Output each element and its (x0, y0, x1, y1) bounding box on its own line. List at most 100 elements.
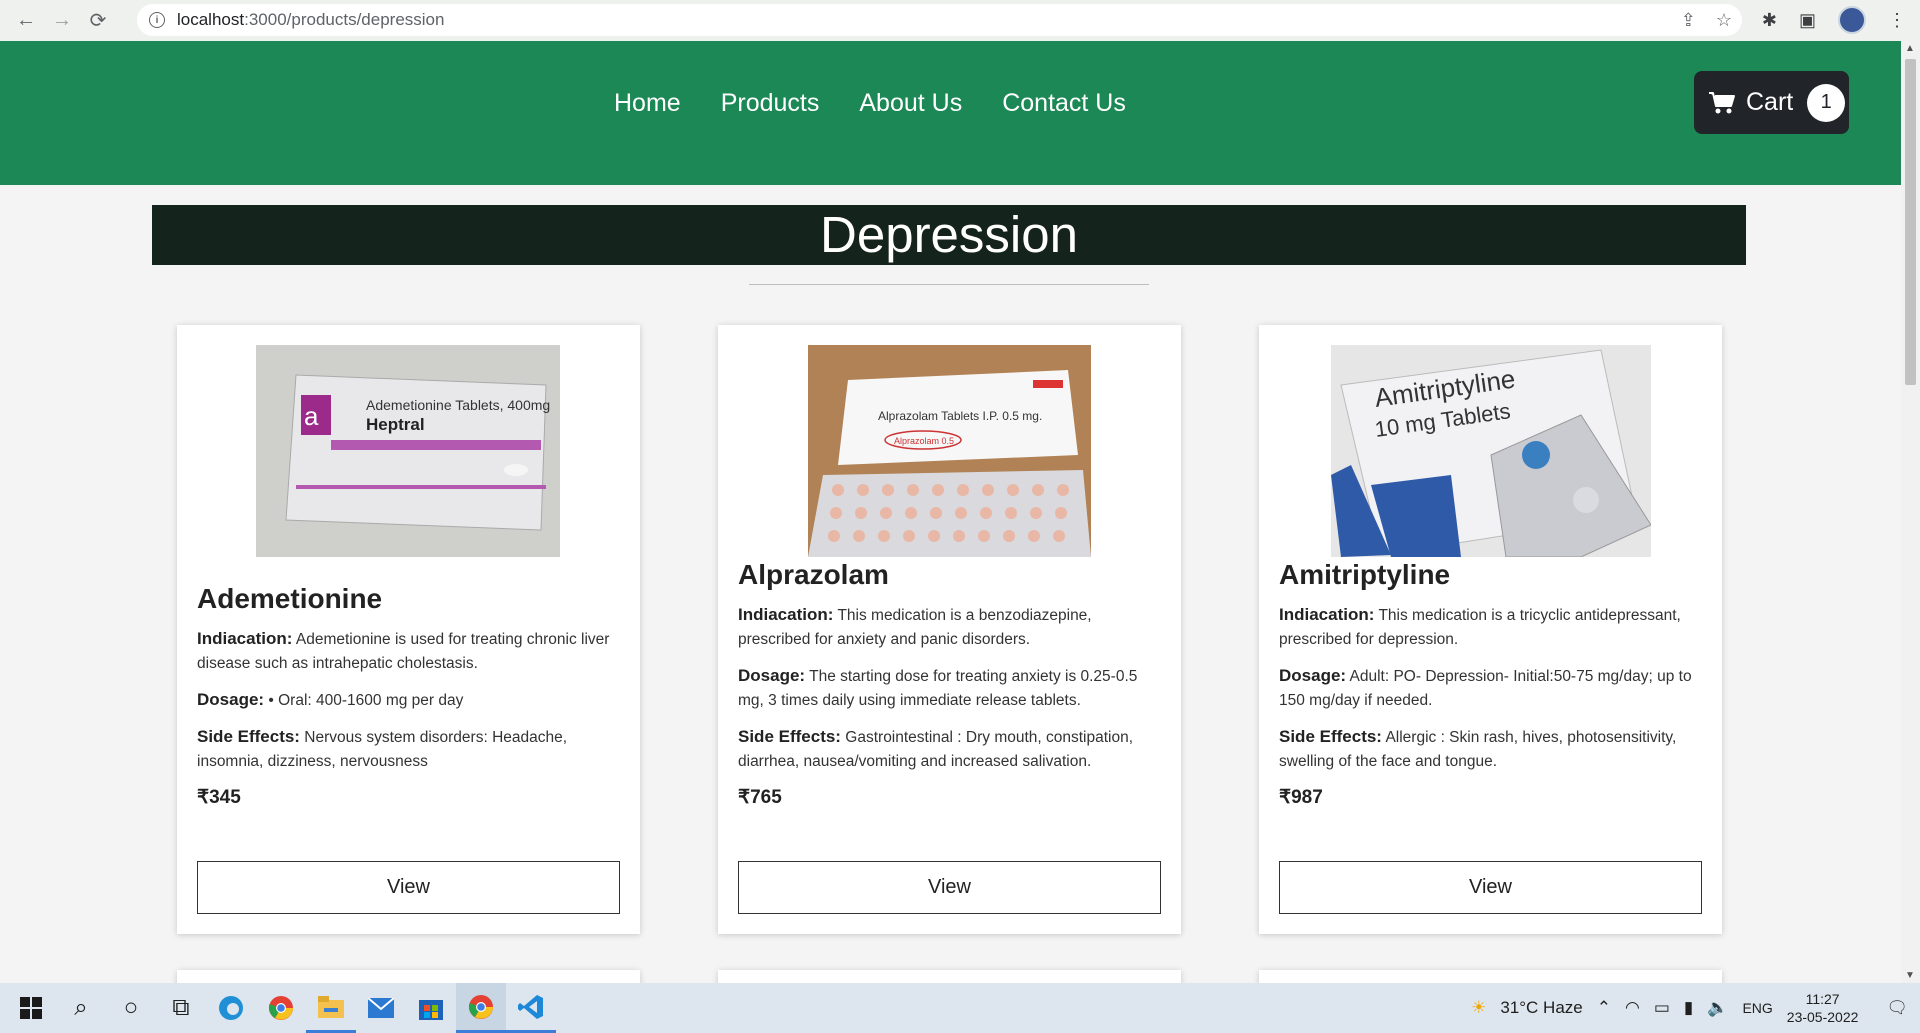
meet-now-icon[interactable]: ▭ (1654, 998, 1670, 1018)
clock-time: 11:27 (1805, 991, 1840, 1007)
main-nav: Home Products About Us Contact Us (614, 89, 1126, 118)
scrollbar-thumb[interactable] (1905, 59, 1916, 385)
weather-text[interactable]: 31°C Haze (1500, 998, 1582, 1018)
menu-kebab-icon[interactable]: ⋮ (1888, 10, 1906, 31)
alprazolam-strip-image: Alprazolam Tablets I.P. 0.5 mg. Alprazol… (808, 345, 1091, 557)
clock-date: 23-05-2022 (1786, 1009, 1859, 1025)
indication-label: Indiacation: (738, 605, 834, 624)
edge-browser-icon[interactable] (206, 983, 256, 1033)
network-icon[interactable]: ◠ (1625, 998, 1640, 1018)
windows-taskbar: ⌕ ○ ⧉ ☀ 31°C Haze ⌃ ◠ ▭ ▮ 🔈 ENG 11:27 23… (0, 983, 1920, 1033)
image-caption: Alprazolam Tablets I.P. 0.5 mg. (878, 409, 1042, 423)
language-indicator[interactable]: ENG (1742, 1000, 1772, 1016)
card-body: Alprazolam Indiacation: This medication … (738, 559, 1161, 809)
side-effects-label: Side Effects: (1279, 727, 1382, 746)
nav-contact-link[interactable]: Contact Us (1002, 89, 1126, 118)
product-price: ₹345 (197, 787, 241, 808)
view-button[interactable]: View (1279, 861, 1702, 914)
url-host: localhost (177, 10, 245, 29)
page-viewport: Home Products About Us Contact Us Cart 1… (0, 41, 1901, 983)
share-icon[interactable]: ⇪ (1681, 10, 1696, 31)
scroll-up-arrow-icon[interactable]: ▲ (1905, 43, 1915, 54)
image-caption: Heptral (366, 415, 425, 434)
dosage-label: Dosage: (738, 666, 806, 685)
url-text[interactable]: localhost:3000/products/depression (177, 10, 444, 30)
card-body: Amitriptyline Indiacation: This medicati… (1279, 559, 1702, 809)
cart-button[interactable]: Cart 1 (1694, 71, 1849, 134)
cortana-icon[interactable]: ○ (106, 983, 156, 1033)
file-explorer-icon[interactable] (306, 983, 356, 1033)
product-price: ₹765 (738, 787, 782, 808)
chrome-active-icon[interactable] (456, 983, 506, 1033)
store-icon[interactable] (406, 983, 456, 1033)
product-card-partial[interactable] (718, 970, 1181, 983)
product-card: Alprazolam Tablets I.P. 0.5 mg. Alprazol… (718, 325, 1181, 934)
product-dosage: Dosage: The starting dose for treating a… (738, 664, 1161, 713)
vscode-icon[interactable] (506, 983, 556, 1033)
side-effects-label: Side Effects: (738, 727, 841, 746)
volume-icon[interactable]: 🔈 (1707, 998, 1728, 1018)
product-dosage: Dosage: Adult: PO- Depression- Initial:5… (1279, 664, 1702, 713)
system-tray: ☀ 31°C Haze ⌃ ◠ ▭ ▮ 🔈 ENG 11:27 23-05-20… (1471, 983, 1908, 1033)
view-button[interactable]: View (738, 861, 1161, 914)
bookmark-star-icon[interactable]: ☆ (1716, 10, 1732, 31)
product-card: a Ademetionine Tablets, 400mg Heptral Ad… (177, 325, 640, 934)
ademetionine-box-image: a Ademetionine Tablets, 400mg Heptral (256, 345, 560, 557)
product-indication: Indiacation: Ademetionine is used for tr… (197, 627, 620, 676)
title-divider (749, 284, 1149, 285)
notification-icon[interactable]: 🗨 (1886, 998, 1908, 1018)
task-view-icon[interactable]: ⧉ (156, 983, 206, 1033)
reload-icon[interactable]: ⟳ (80, 3, 116, 39)
side-panel-icon[interactable]: ▣ (1799, 10, 1816, 31)
forward-arrow-icon[interactable]: → (44, 3, 80, 39)
image-caption: Ademetionine Tablets, 400mg (366, 397, 550, 413)
page-scrollbar[interactable]: ▲ ▼ (1901, 41, 1920, 983)
product-dosage: Dosage: • Oral: 400-1600 mg per day (197, 688, 620, 713)
view-button[interactable]: View (197, 861, 620, 914)
product-name: Alprazolam (738, 559, 889, 590)
card-body: Ademetionine Indiacation: Ademetionine i… (197, 583, 620, 809)
clock[interactable]: 11:27 23-05-2022 (1787, 990, 1859, 1026)
product-side-effects: Side Effects: Nervous system disorders: … (197, 725, 620, 774)
address-bar[interactable]: i localhost:3000/products/depression ⇪ ☆ (137, 4, 1742, 36)
amitriptyline-box-image: Amitriptyline 10 mg Tablets (1331, 345, 1652, 558)
browser-toolbar: ← → ⟳ i localhost:3000/products/depressi… (0, 0, 1920, 41)
product-name: Amitriptyline (1279, 559, 1451, 590)
product-indication: Indiacation: This medication is a tricyc… (1279, 603, 1702, 652)
product-price: ₹987 (1279, 787, 1323, 808)
back-arrow-icon[interactable]: ← (8, 3, 44, 39)
cart-label: Cart (1746, 88, 1794, 116)
product-name: Ademetionine (197, 583, 383, 614)
side-effects-label: Side Effects: (197, 727, 300, 746)
image-caption: Alprazolam 0.5 (894, 436, 954, 446)
chrome-icon[interactable] (256, 983, 306, 1033)
extensions-puzzle-icon[interactable]: ✱ (1762, 10, 1777, 31)
cart-count-badge: 1 (1807, 83, 1846, 122)
site-header: Home Products About Us Contact Us Cart 1 (0, 41, 1901, 185)
nav-about-link[interactable]: About Us (859, 89, 962, 118)
product-side-effects: Side Effects: Gastrointestinal : Dry mou… (738, 725, 1161, 774)
windows-start-icon[interactable] (6, 983, 56, 1033)
weather-sun-icon[interactable]: ☀ (1471, 998, 1486, 1018)
dosage-label: Dosage: (1279, 666, 1347, 685)
svg-text:a: a (304, 401, 319, 431)
chevron-up-icon[interactable]: ⌃ (1597, 998, 1611, 1018)
nav-home-link[interactable]: Home (614, 89, 681, 118)
indication-label: Indiacation: (197, 629, 293, 648)
page-title: Depression (152, 205, 1746, 265)
mail-icon[interactable] (356, 983, 406, 1033)
cart-icon (1709, 91, 1735, 113)
url-path: :3000/products/depression (244, 10, 445, 29)
nav-products-link[interactable]: Products (721, 89, 820, 118)
product-indication: Indiacation: This medication is a benzod… (738, 603, 1161, 652)
product-card-partial[interactable] (1259, 970, 1722, 983)
indication-label: Indiacation: (1279, 605, 1375, 624)
profile-avatar[interactable] (1838, 6, 1866, 34)
search-icon[interactable]: ⌕ (56, 983, 106, 1033)
scroll-down-arrow-icon[interactable]: ▼ (1905, 970, 1915, 981)
product-side-effects: Side Effects: Allergic : Skin rash, hive… (1279, 725, 1702, 774)
dosage-text: • Oral: 400-1600 mg per day (268, 692, 464, 709)
site-info-icon[interactable]: i (149, 12, 165, 28)
battery-icon[interactable]: ▮ (1684, 998, 1693, 1018)
product-card-partial[interactable] (177, 970, 640, 983)
